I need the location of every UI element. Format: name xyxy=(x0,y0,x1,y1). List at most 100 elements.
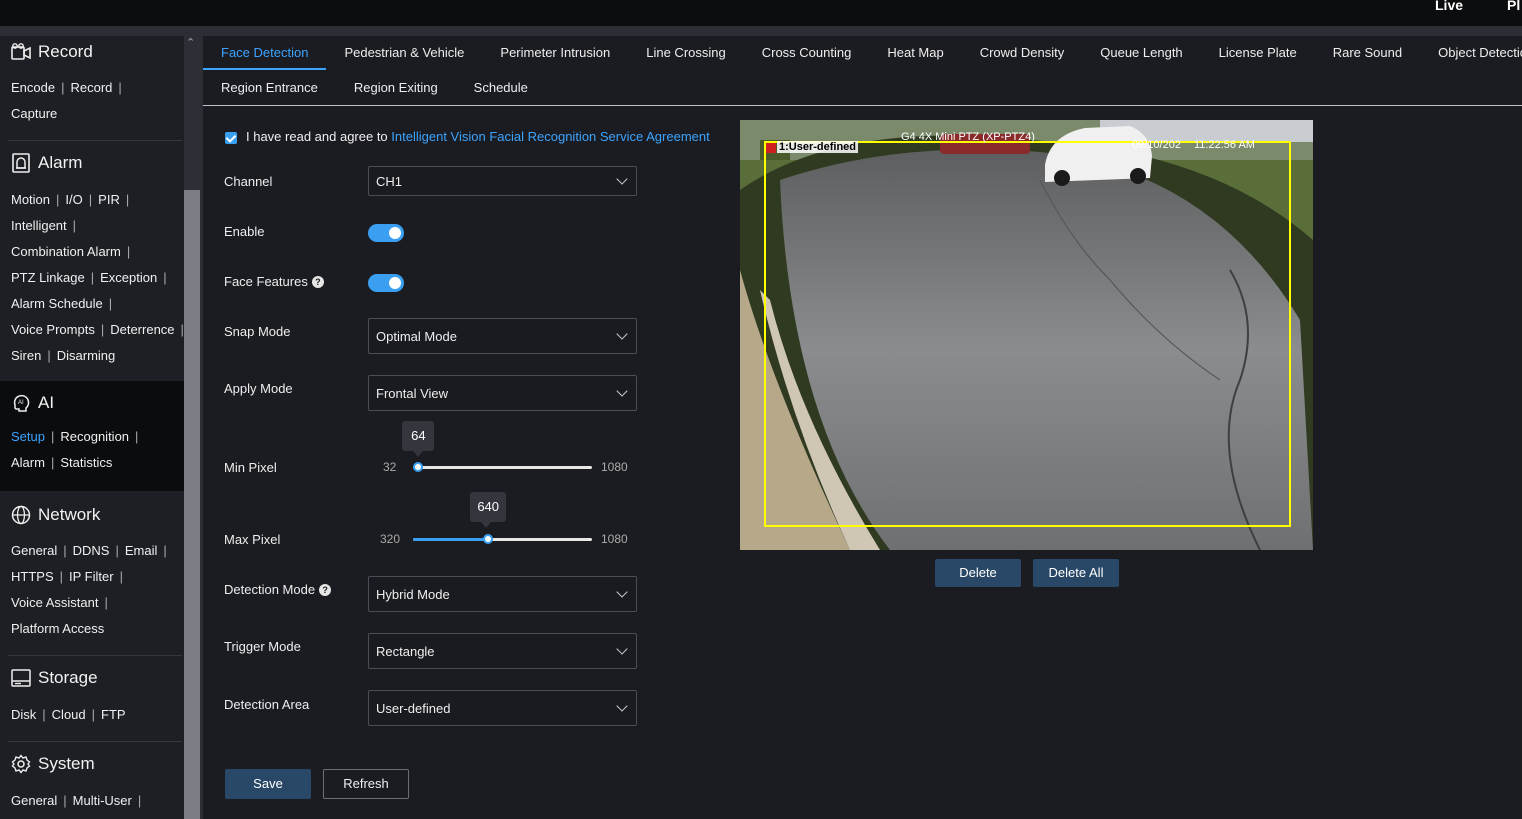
sidebar-link-combination-alarm[interactable]: Combination Alarm xyxy=(11,244,121,259)
sidebar-link-ip-filter[interactable]: IP Filter xyxy=(69,569,114,584)
channel-select[interactable]: CH1 xyxy=(368,166,637,196)
help-icon[interactable]: ? xyxy=(311,276,324,288)
sidebar-header-network[interactable]: Network xyxy=(0,499,184,531)
sidebar-link-general[interactable]: General xyxy=(11,543,57,558)
tab-crowd-density[interactable]: Crowd Density xyxy=(962,36,1083,70)
max-pixel-slider-handle[interactable] xyxy=(483,534,494,544)
sidebar-link-deterrence[interactable]: Deterrence xyxy=(110,322,174,337)
sidebar-link-alarm-schedule[interactable]: Alarm Schedule xyxy=(11,296,103,311)
tab-queue-length[interactable]: Queue Length xyxy=(1082,36,1200,70)
face-features-toggle[interactable] xyxy=(368,274,404,292)
delete-button[interactable]: Delete xyxy=(935,559,1021,587)
sidebar-link-pir[interactable]: PIR xyxy=(98,192,120,207)
sidebar-link-record[interactable]: Record xyxy=(70,80,112,95)
apply-mode-value: Frontal View xyxy=(376,386,449,401)
sidebar-link-system-general[interactable]: General xyxy=(11,793,57,808)
sidebar-link-recognition[interactable]: Recognition xyxy=(60,429,129,444)
sidebar-link-disk[interactable]: Disk xyxy=(11,707,36,722)
playback-link[interactable]: Pl xyxy=(1507,0,1520,13)
detection-mode-select[interactable]: Hybrid Mode xyxy=(368,576,637,612)
sidebar-link-ftp[interactable]: FTP xyxy=(101,707,126,722)
trigger-mode-select[interactable]: Rectangle xyxy=(368,633,637,669)
sidebar-link-siren[interactable]: Siren xyxy=(11,348,41,363)
min-pixel-label: Min Pixel xyxy=(224,460,277,475)
max-pixel-value-bubble: 640 xyxy=(470,492,507,528)
time-overlay: 11:22:56 AM xyxy=(1194,139,1255,151)
chevron-down-icon xyxy=(616,643,628,655)
detection-area-select[interactable]: User-defined xyxy=(368,690,637,726)
detection-area-label: Detection Area xyxy=(224,697,310,712)
sidebar-link-ptz-linkage[interactable]: PTZ Linkage xyxy=(11,270,85,285)
camera-preview[interactable]: 1:User-defined G4 4X Mini PTZ (XP-PTZ4) … xyxy=(740,120,1313,550)
sidebar-scrollbar-thumb[interactable] xyxy=(184,190,200,819)
top-bar: Live Pl xyxy=(0,0,1522,26)
ai-head-icon: AI xyxy=(10,392,32,414)
sidebar-link-email[interactable]: Email xyxy=(125,543,158,558)
sidebar-header-system[interactable]: System xyxy=(0,748,184,780)
sidebar-section-alarm: Alarm Motion | I/O | PIR | Intelligent | Combi… xyxy=(0,147,184,369)
sidebar-link-https[interactable]: HTTPS xyxy=(11,569,54,584)
tab-line-crossing[interactable]: Line Crossing xyxy=(628,36,744,70)
alarm-icon xyxy=(10,152,32,174)
sidebar-link-platform-access[interactable]: Platform Access xyxy=(11,621,104,636)
sidebar-link-io[interactable]: I/O xyxy=(65,192,82,207)
sidebar-header-ai[interactable]: AI AI xyxy=(0,387,184,419)
detection-region-rectangle[interactable] xyxy=(764,141,1291,527)
tab-region-entrance[interactable]: Region Entrance xyxy=(203,71,336,105)
min-pixel-slider-track[interactable] xyxy=(413,466,592,469)
sidebar-link-intelligent[interactable]: Intelligent xyxy=(11,218,67,233)
sidebar-link-setup[interactable]: Setup xyxy=(11,429,45,444)
sidebar-link-motion[interactable]: Motion xyxy=(11,192,50,207)
agreement-checkbox[interactable] xyxy=(225,132,237,144)
sidebar-link-statistics[interactable]: Statistics xyxy=(60,455,112,470)
tab-pedestrian-vehicle[interactable]: Pedestrian & Vehicle xyxy=(326,36,482,70)
sidebar-section-system: System General | Multi-User | xyxy=(0,748,184,814)
tab-perimeter-intrusion[interactable]: Perimeter Intrusion xyxy=(482,36,628,70)
live-link[interactable]: Live xyxy=(1435,0,1463,13)
sidebar-link-ddns[interactable]: DDNS xyxy=(73,543,110,558)
tab-cross-counting[interactable]: Cross Counting xyxy=(744,36,870,70)
sidebar-link-multi-user[interactable]: Multi-User xyxy=(73,793,132,808)
apply-mode-select[interactable]: Frontal View xyxy=(368,375,637,411)
tab-rare-sound[interactable]: Rare Sound xyxy=(1315,36,1420,70)
max-pixel-range-min: 320 xyxy=(380,532,401,546)
sidebar-title-system: System xyxy=(38,754,95,773)
tab-schedule[interactable]: Schedule xyxy=(456,71,546,105)
max-pixel-slider-fill xyxy=(413,538,489,541)
sidebar-link-cloud[interactable]: Cloud xyxy=(52,707,86,722)
tab-heat-map[interactable]: Heat Map xyxy=(869,36,961,70)
sidebar-header-storage[interactable]: Storage xyxy=(0,662,184,694)
snap-mode-select[interactable]: Optimal Mode xyxy=(368,318,637,354)
network-globe-icon xyxy=(10,504,32,526)
sidebar-divider xyxy=(8,140,182,141)
help-icon[interactable]: ? xyxy=(319,584,332,596)
tab-region-exiting[interactable]: Region Exiting xyxy=(336,71,456,105)
sidebar-header-record[interactable]: Record xyxy=(0,36,184,68)
save-button[interactable]: Save xyxy=(225,769,311,799)
enable-toggle[interactable] xyxy=(368,224,404,242)
sidebar-title-record: Record xyxy=(38,42,93,61)
tab-license-plate[interactable]: License Plate xyxy=(1201,36,1315,70)
snap-mode-label: Snap Mode xyxy=(224,324,291,339)
sidebar-link-disarming[interactable]: Disarming xyxy=(57,348,116,363)
face-features-label: Face Features xyxy=(224,274,308,289)
sidebar-link-ai-alarm[interactable]: Alarm xyxy=(11,455,45,470)
refresh-button[interactable]: Refresh xyxy=(323,769,409,799)
sidebar-link-voice-assistant[interactable]: Voice Assistant xyxy=(11,595,98,610)
delete-all-button[interactable]: Delete All xyxy=(1033,559,1119,587)
sidebar-header-alarm[interactable]: Alarm xyxy=(0,147,184,179)
scroll-up-icon[interactable]: ⌃ xyxy=(186,36,195,49)
tab-object-detection[interactable]: Object Detection xyxy=(1420,36,1522,70)
sidebar-link-encode[interactable]: Encode xyxy=(11,80,55,95)
sidebar-link-capture[interactable]: Capture xyxy=(11,106,57,121)
region-handle-icon[interactable] xyxy=(766,143,776,153)
sidebar-link-exception[interactable]: Exception xyxy=(100,270,157,285)
channel-label: Channel xyxy=(224,174,273,189)
agreement-text: I have read and agree to Intelligent Vis… xyxy=(246,129,710,144)
min-pixel-slider-handle[interactable] xyxy=(413,462,424,472)
sidebar-line: Capture xyxy=(11,101,184,127)
top-strip xyxy=(0,26,1522,36)
sidebar-link-voice-prompts[interactable]: Voice Prompts xyxy=(11,322,95,337)
tab-face-detection[interactable]: Face Detection xyxy=(203,36,327,70)
agreement-link[interactable]: Intelligent Vision Facial Recognition Se… xyxy=(391,129,709,144)
